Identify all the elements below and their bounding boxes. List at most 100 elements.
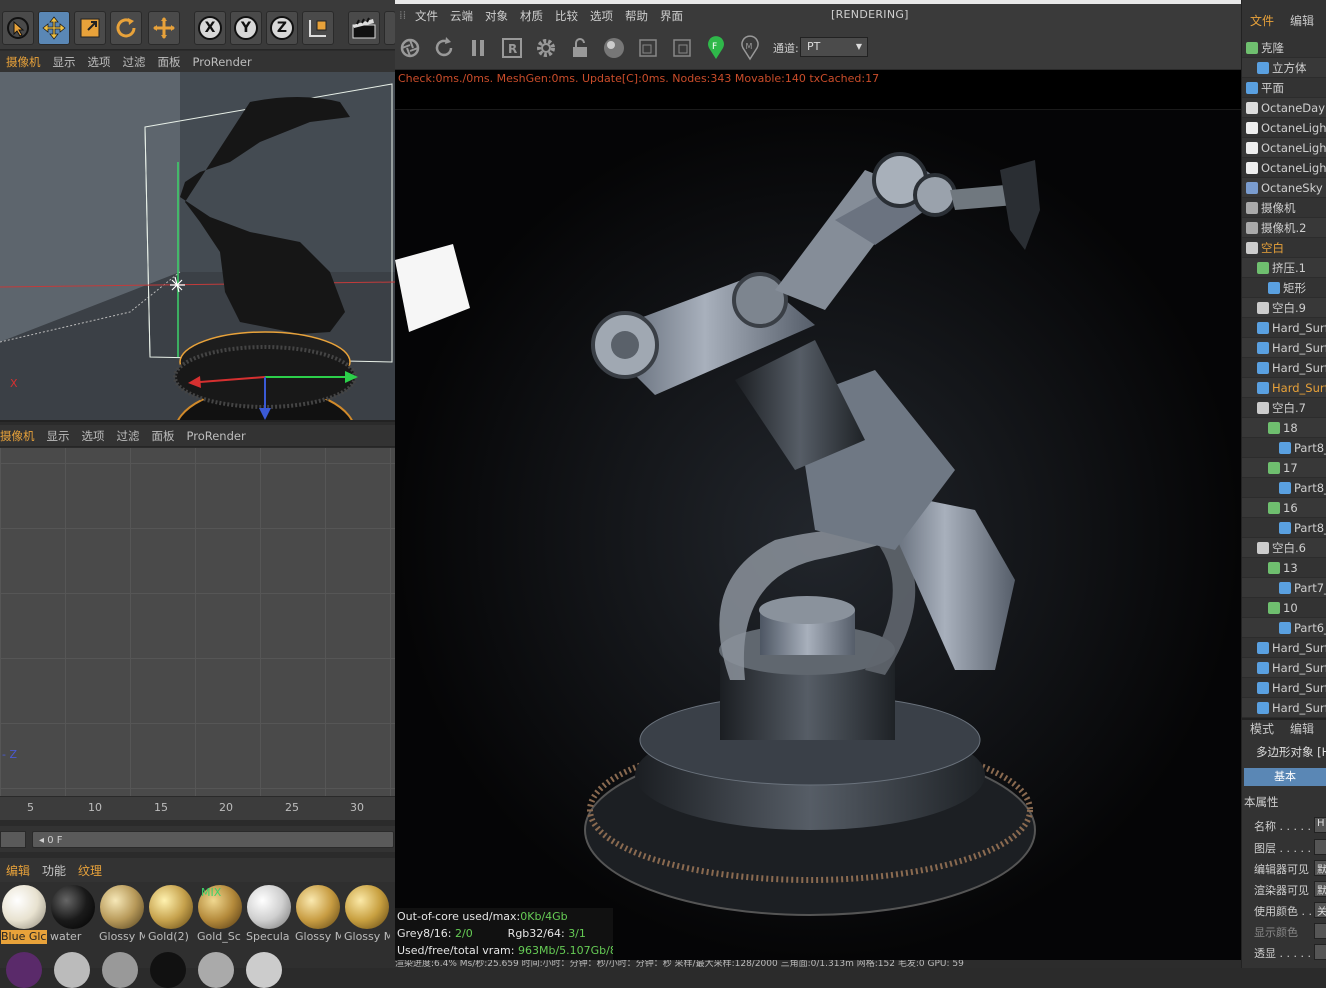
material-swatch[interactable]: Specula [246, 884, 292, 944]
menu-function[interactable]: 功能 [36, 862, 72, 879]
use-color-select[interactable]: 关 [1314, 902, 1326, 918]
material-swatch[interactable]: Glossy M [99, 884, 145, 944]
menu-camera[interactable]: 摄像机 [0, 54, 47, 70]
object-row[interactable]: Hard_Surf [1242, 678, 1326, 698]
object-row[interactable]: Hard_Surf [1242, 318, 1326, 338]
menu-prorender[interactable]: ProRender [187, 55, 258, 69]
object-row[interactable]: OctaneLight [1242, 158, 1326, 178]
object-row[interactable]: 13 [1242, 558, 1326, 578]
live-select-button[interactable] [148, 11, 180, 45]
object-row[interactable]: 空白 [1242, 238, 1326, 258]
material-swatch[interactable]: Glossy M [295, 884, 341, 944]
lock-y-axis-button[interactable]: Y [230, 11, 262, 45]
lock-button[interactable] [567, 35, 593, 61]
restart-render-button[interactable] [431, 35, 457, 61]
menu-panel[interactable]: 面板 [152, 54, 187, 70]
octane-menu-cloud[interactable]: 云端 [444, 8, 479, 24]
menu-texture[interactable]: 纹理 [72, 862, 108, 879]
select-tool-button[interactable] [2, 11, 34, 45]
object-row[interactable]: 立方体 [1242, 58, 1326, 78]
octane-menu-file[interactable]: 文件 [409, 8, 444, 24]
menu-camera-2[interactable]: 摄像机 [0, 428, 41, 444]
menu-filter[interactable]: 过滤 [117, 54, 152, 70]
grip-icon[interactable]: ⁞⁞ [395, 8, 409, 24]
menu-display-2[interactable]: 显示 [41, 428, 76, 444]
render-canvas[interactable] [395, 110, 1241, 960]
render-visible-select[interactable]: 默 [1314, 881, 1326, 897]
render-region-button[interactable]: R [499, 35, 525, 61]
material-swatch[interactable]: MIX Gold_Sc [197, 884, 243, 944]
object-row[interactable]: Hard_Surf [1242, 378, 1326, 398]
am-menu-mode[interactable]: 模式 [1242, 720, 1282, 738]
object-row[interactable]: Hard_Surf [1242, 698, 1326, 718]
coordinate-system-button[interactable] [302, 11, 334, 45]
object-row[interactable]: 10 [1242, 598, 1326, 618]
material-picker-button[interactable]: M [737, 35, 763, 61]
editor-visible-select[interactable]: 默 [1314, 860, 1326, 876]
octane-menu-options[interactable]: 选项 [584, 8, 619, 24]
object-row[interactable]: Part8_ [1242, 518, 1326, 538]
object-row[interactable]: Part8_ [1242, 438, 1326, 458]
object-row[interactable]: Part6_ [1242, 618, 1326, 638]
object-row[interactable]: 矩形 [1242, 278, 1326, 298]
menu-prorender-2[interactable]: ProRender [181, 429, 252, 443]
object-row[interactable]: 摄像机 [1242, 198, 1326, 218]
object-row[interactable]: 空白.9 [1242, 298, 1326, 318]
lock-z-axis-button[interactable]: Z [266, 11, 298, 45]
menu-panel-2[interactable]: 面板 [146, 428, 181, 444]
material-swatch[interactable]: water [50, 884, 96, 944]
region-toggle-button[interactable] [635, 35, 661, 61]
menu-edit[interactable]: 编辑 [0, 862, 36, 879]
object-row[interactable]: Part7_ [1242, 578, 1326, 598]
menu-display[interactable]: 显示 [47, 54, 82, 70]
octane-menu-objects[interactable]: 对象 [479, 8, 514, 24]
object-row[interactable]: 空白.7 [1242, 398, 1326, 418]
material-swatch[interactable]: Gold(2) [148, 884, 194, 944]
object-row[interactable]: OctaneSky [1242, 178, 1326, 198]
object-row[interactable]: OctaneLight [1242, 118, 1326, 138]
scale-tool-button[interactable] [74, 11, 106, 45]
object-row[interactable]: OctaneLight [1242, 138, 1326, 158]
menu-filter-2[interactable]: 过滤 [111, 428, 146, 444]
lock-x-axis-button[interactable]: X [194, 11, 226, 45]
material-swatch[interactable]: Blue Glc [1, 884, 47, 944]
frame-stepper[interactable] [0, 831, 26, 848]
render-view-button[interactable] [348, 11, 380, 45]
timeline-ruler[interactable]: 5 10 15 20 25 30 [0, 796, 396, 820]
xray-checkbox[interactable] [1314, 944, 1326, 960]
pause-render-button[interactable] [465, 35, 491, 61]
object-row[interactable]: 18 [1242, 418, 1326, 438]
octane-menu-compare[interactable]: 比较 [549, 8, 584, 24]
clay-mode-button[interactable] [669, 35, 695, 61]
channel-select[interactable]: PT ▼ [800, 37, 868, 57]
material-preview-button[interactable] [601, 35, 627, 61]
object-row[interactable]: 空白.6 [1242, 538, 1326, 558]
object-row[interactable]: 克隆 [1242, 38, 1326, 58]
display-color-field[interactable] [1314, 923, 1326, 939]
object-row[interactable]: 挤压.1 [1242, 258, 1326, 278]
material-swatch[interactable]: Glossy M [344, 884, 390, 944]
object-row[interactable]: 16 [1242, 498, 1326, 518]
menu-options[interactable]: 选项 [82, 54, 117, 70]
send-scene-button[interactable] [397, 35, 423, 61]
object-row[interactable]: Hard_Surf [1242, 358, 1326, 378]
focus-picker-button[interactable]: F [703, 35, 729, 61]
octane-menu-materials[interactable]: 材质 [514, 8, 549, 24]
rotate-tool-button[interactable] [110, 11, 142, 45]
menu-options-2[interactable]: 选项 [76, 428, 111, 444]
move-tool-button[interactable] [38, 11, 70, 45]
om-menu-edit[interactable]: 编辑 [1282, 12, 1322, 34]
object-row[interactable]: 摄像机.2 [1242, 218, 1326, 238]
settings-button[interactable] [533, 35, 559, 61]
object-row[interactable]: 平面 [1242, 78, 1326, 98]
front-viewport[interactable]: - Z [0, 448, 396, 796]
object-row[interactable]: 17 [1242, 458, 1326, 478]
om-menu-file[interactable]: 文件 [1242, 12, 1282, 34]
name-field[interactable]: H [1314, 817, 1326, 833]
octane-menu-help[interactable]: 帮助 [619, 8, 654, 24]
layer-field[interactable] [1314, 839, 1326, 855]
object-row[interactable]: Part8_ [1242, 478, 1326, 498]
object-row[interactable]: Hard_Surf [1242, 338, 1326, 358]
object-row[interactable]: OctaneDayL [1242, 98, 1326, 118]
frame-slider[interactable]: ◂ 0 F [32, 831, 394, 848]
